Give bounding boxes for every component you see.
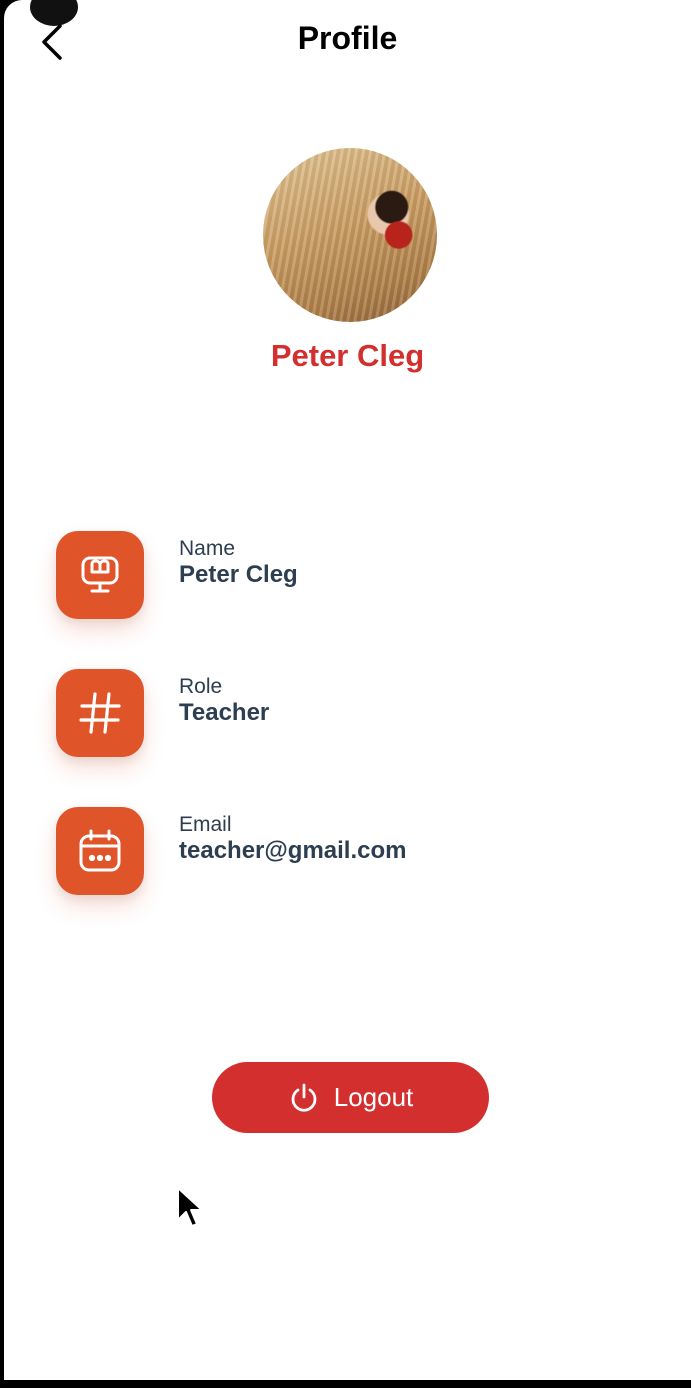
- info-row-email: Email teacher@gmail.com: [56, 807, 656, 895]
- email-icon-tile: [56, 807, 144, 895]
- avatar: [263, 148, 437, 322]
- email-value: teacher@gmail.com: [179, 837, 407, 864]
- name-label: Name: [179, 537, 236, 560]
- name-icon-tile: [56, 531, 144, 619]
- info-row-role: Role Teacher: [56, 669, 656, 757]
- profile-display-name: Peter Cleg: [270, 338, 425, 373]
- monitor-heart-icon: [81, 556, 119, 593]
- info-row-name: Name Peter Cleg: [56, 531, 656, 619]
- profile-screen: Profile Peter Cleg Name Peter Cleg Role …: [4, 0, 691, 1380]
- email-label: Email: [179, 813, 232, 836]
- logout-label: Logout: [333, 1082, 414, 1112]
- role-value: Teacher: [179, 699, 270, 726]
- power-icon: [291, 1083, 317, 1112]
- mouse-cursor-icon: [177, 1187, 203, 1227]
- calendar-icon: [79, 829, 121, 872]
- name-value: Peter Cleg: [179, 561, 298, 588]
- role-label: Role: [179, 675, 223, 698]
- role-icon-tile: [56, 669, 144, 757]
- logout-button[interactable]: Logout: [212, 1062, 489, 1133]
- hash-icon: [79, 692, 121, 734]
- page-title: Profile: [297, 20, 398, 56]
